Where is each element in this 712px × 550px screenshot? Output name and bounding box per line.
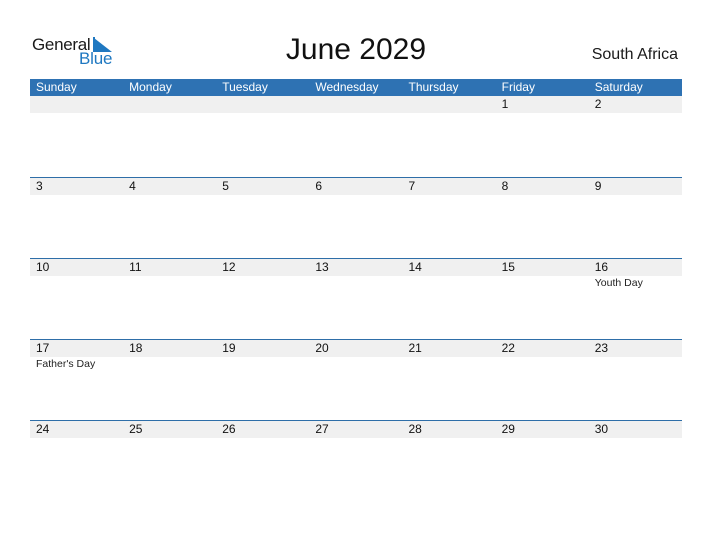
weekday-wednesday: Wednesday <box>315 80 379 94</box>
day-number: 18 <box>129 341 143 355</box>
day-number: 13 <box>315 260 329 274</box>
day-cell: 11 <box>123 259 216 290</box>
day-number: 4 <box>129 179 136 193</box>
day-cell: 12 <box>216 259 309 290</box>
day-cell: 29 <box>496 421 589 438</box>
day-number <box>409 96 496 113</box>
day-cell: 8 <box>496 178 589 195</box>
day-cell: 10 <box>30 259 123 290</box>
day-number: 30 <box>594 422 609 436</box>
day-number: 10 <box>36 260 50 274</box>
day-number: 7 <box>408 179 416 193</box>
week-cells: 3 4 5 6 7 8 9 <box>30 178 682 195</box>
day-cell: 15 <box>496 259 589 290</box>
week-cells: 24 25 26 27 28 29 30 <box>30 421 682 438</box>
day-cell: 19 <box>216 340 309 371</box>
day-number: 3 <box>36 179 43 193</box>
weekday-tuesday: Tuesday <box>222 80 268 94</box>
day-cell <box>30 96 123 113</box>
week-cells: 10 11 12 13 14 15 16 Youth Day <box>30 259 682 290</box>
day-cell: 26 <box>216 421 309 438</box>
weekday-monday: Monday <box>129 80 172 94</box>
weeks-container: 1 2 3 4 5 6 7 8 9 10 11 12 13 14 15 16 Youth Day 17 Father… <box>30 96 682 501</box>
day-number <box>129 96 216 113</box>
day-cell: 18 <box>123 340 216 371</box>
day-cell: 2 <box>589 96 682 113</box>
day-cell: 7 <box>403 178 496 195</box>
day-cell: 6 <box>309 178 402 195</box>
week-row: 24 25 26 27 28 29 30 <box>30 420 682 501</box>
week-row: 3 4 5 6 7 8 9 <box>30 177 682 258</box>
week-cells: 12 <box>30 96 682 113</box>
day-cell <box>403 96 496 113</box>
day-number: 5 <box>222 179 229 193</box>
day-cell: 28 <box>403 421 496 438</box>
day-cell: 27 <box>309 421 402 438</box>
week-cells: 17 Father's Day 18 19 20 21 22 23 <box>30 340 682 371</box>
day-number: 28 <box>408 422 422 436</box>
day-cell: 21 <box>403 340 496 371</box>
week-row: 10 11 12 13 14 15 16 Youth Day <box>30 258 682 339</box>
weekday-thursday: Thursday <box>408 80 459 94</box>
calendar-grid: Sunday Monday Tuesday Wednesday Thursday… <box>30 79 682 501</box>
week-row: 17 Father's Day 18 19 20 21 22 23 <box>30 339 682 420</box>
day-number: 27 <box>315 422 329 436</box>
day-number: 16 <box>594 260 609 274</box>
day-cell: 5 <box>216 178 309 195</box>
day-cell: 20 <box>309 340 402 371</box>
day-cell: 16 Youth Day <box>589 259 682 290</box>
day-number: 21 <box>408 341 422 355</box>
holiday-label: Father's Day <box>36 358 96 370</box>
holiday-label: Youth Day <box>594 277 643 289</box>
day-number <box>36 96 123 113</box>
day-number: 26 <box>222 422 236 436</box>
day-cell <box>123 96 216 113</box>
day-number: 15 <box>501 260 515 274</box>
weekday-header: Sunday Monday Tuesday Wednesday Thursday… <box>30 79 682 96</box>
weekday-friday: Friday <box>501 80 535 94</box>
day-cell: 3 <box>30 178 123 195</box>
day-cell: 30 <box>589 421 682 438</box>
day-number <box>222 96 309 113</box>
day-number: 8 <box>501 179 509 193</box>
day-cell: 13 <box>309 259 402 290</box>
day-number: 12 <box>222 260 236 274</box>
day-cell: 23 <box>589 340 682 371</box>
week-row: 12 <box>30 96 682 177</box>
day-number: 9 <box>594 179 602 193</box>
day-number: 25 <box>129 422 143 436</box>
day-number: 24 <box>36 422 50 436</box>
day-number: 11 <box>129 260 142 274</box>
day-cell: 1 <box>496 96 589 113</box>
day-number: 1 <box>501 97 509 111</box>
day-number: 19 <box>222 341 236 355</box>
day-cell <box>216 96 309 113</box>
day-cell <box>309 96 402 113</box>
day-number <box>315 96 402 113</box>
day-number: 23 <box>594 341 609 355</box>
day-cell: 24 <box>30 421 123 438</box>
day-cell: 14 <box>403 259 496 290</box>
day-number: 22 <box>501 341 515 355</box>
day-number: 17 <box>36 341 50 355</box>
day-number: 2 <box>594 97 602 111</box>
weekday-saturday: Saturday <box>594 80 643 94</box>
day-number: 20 <box>315 341 329 355</box>
day-cell: 22 <box>496 340 589 371</box>
day-cell: 25 <box>123 421 216 438</box>
weekday-sunday: Sunday <box>36 80 77 94</box>
day-cell: 9 <box>589 178 682 195</box>
day-number: 6 <box>315 179 323 193</box>
day-number: 14 <box>408 260 422 274</box>
day-cell: 17 Father's Day <box>30 340 123 371</box>
country-label: South Africa <box>591 46 678 63</box>
day-cell: 4 <box>123 178 216 195</box>
day-number: 29 <box>501 422 515 436</box>
